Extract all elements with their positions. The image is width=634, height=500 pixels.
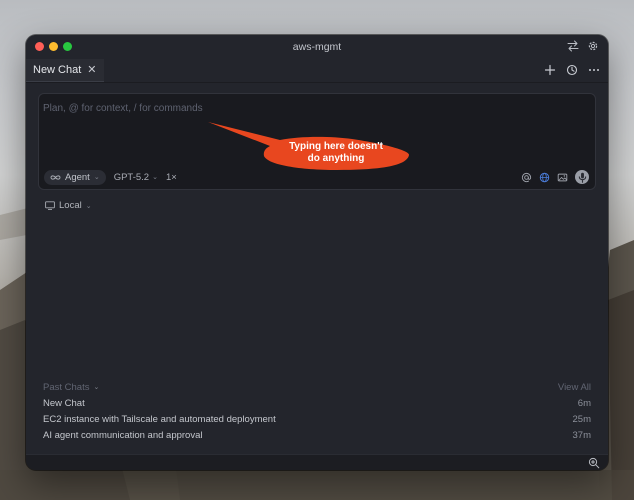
window-controls <box>35 42 72 51</box>
model-selector[interactable]: GPT-5.2 ⌄ <box>112 172 160 183</box>
multiplier-toggle[interactable]: 1× <box>166 172 177 183</box>
past-chat-item[interactable]: AI agent communication and approval 37m <box>43 427 591 443</box>
chat-title: AI agent communication and approval <box>43 429 203 441</box>
close-tab-icon[interactable]: ✕ <box>87 64 96 76</box>
model-label: GPT-5.2 <box>113 171 150 183</box>
close-window-button[interactable] <box>35 42 44 51</box>
plus-icon[interactable] <box>544 64 556 76</box>
chat-time: 25m <box>572 413 591 425</box>
mode-label: Agent <box>65 171 90 183</box>
environment-selector[interactable]: Local ⌄ <box>45 200 92 211</box>
chevron-down-icon: ⌄ <box>93 174 100 181</box>
app-window: aws-mgmt New Chat ✕ Plan, @ for context,… <box>26 35 608 470</box>
past-chats-section: Past Chats ⌄ View All New Chat 6m EC2 in… <box>43 379 591 443</box>
prompt-input[interactable] <box>43 98 591 118</box>
minimize-window-button[interactable] <box>49 42 58 51</box>
annotation-line-1: Typing here doesn't <box>289 141 383 152</box>
zoom-in-icon[interactable] <box>588 457 600 469</box>
past-chat-item[interactable]: New Chat 6m <box>43 395 591 411</box>
status-bar <box>26 454 608 470</box>
annotation-line-2: do anything <box>307 153 365 164</box>
chat-time: 37m <box>572 429 591 441</box>
chevron-down-icon: ⌄ <box>93 384 100 391</box>
chat-title: EC2 instance with Tailscale and automate… <box>43 413 276 425</box>
environment-label: Local <box>59 200 82 211</box>
mode-selector[interactable]: Agent ⌄ <box>44 169 106 185</box>
tab-new-chat[interactable]: New Chat ✕ <box>26 59 104 82</box>
chevron-down-icon: ⌄ <box>85 202 92 210</box>
infinity-icon <box>50 174 61 180</box>
window-title: aws-mgmt <box>292 41 342 53</box>
chevron-down-icon: ⌄ <box>152 174 158 181</box>
more-options-icon[interactable] <box>588 64 600 76</box>
past-chat-item[interactable]: EC2 instance with Tailscale and automate… <box>43 411 591 427</box>
at-icon[interactable] <box>521 172 532 183</box>
annotation-text: Typing here doesn't do anything <box>266 141 406 165</box>
tab-bar: New Chat ✕ <box>26 59 608 83</box>
title-bar: aws-mgmt <box>26 35 608 59</box>
mic-icon <box>578 172 586 183</box>
image-icon[interactable] <box>557 172 568 183</box>
chat-time: 6m <box>577 397 591 409</box>
past-chats-toggle[interactable]: Past Chats ⌄ <box>43 382 99 393</box>
mic-button[interactable] <box>575 170 589 184</box>
past-chats-title: Past Chats <box>43 381 90 393</box>
chat-title: New Chat <box>43 397 85 409</box>
swap-arrows-icon[interactable] <box>567 40 579 52</box>
tab-label: New Chat <box>33 64 82 76</box>
zoom-window-button[interactable] <box>63 42 72 51</box>
gear-icon[interactable] <box>587 40 599 52</box>
view-all-link[interactable]: View All <box>558 382 591 393</box>
globe-icon[interactable] <box>539 172 550 183</box>
monitor-icon <box>45 201 55 210</box>
history-clock-icon[interactable] <box>566 64 578 76</box>
